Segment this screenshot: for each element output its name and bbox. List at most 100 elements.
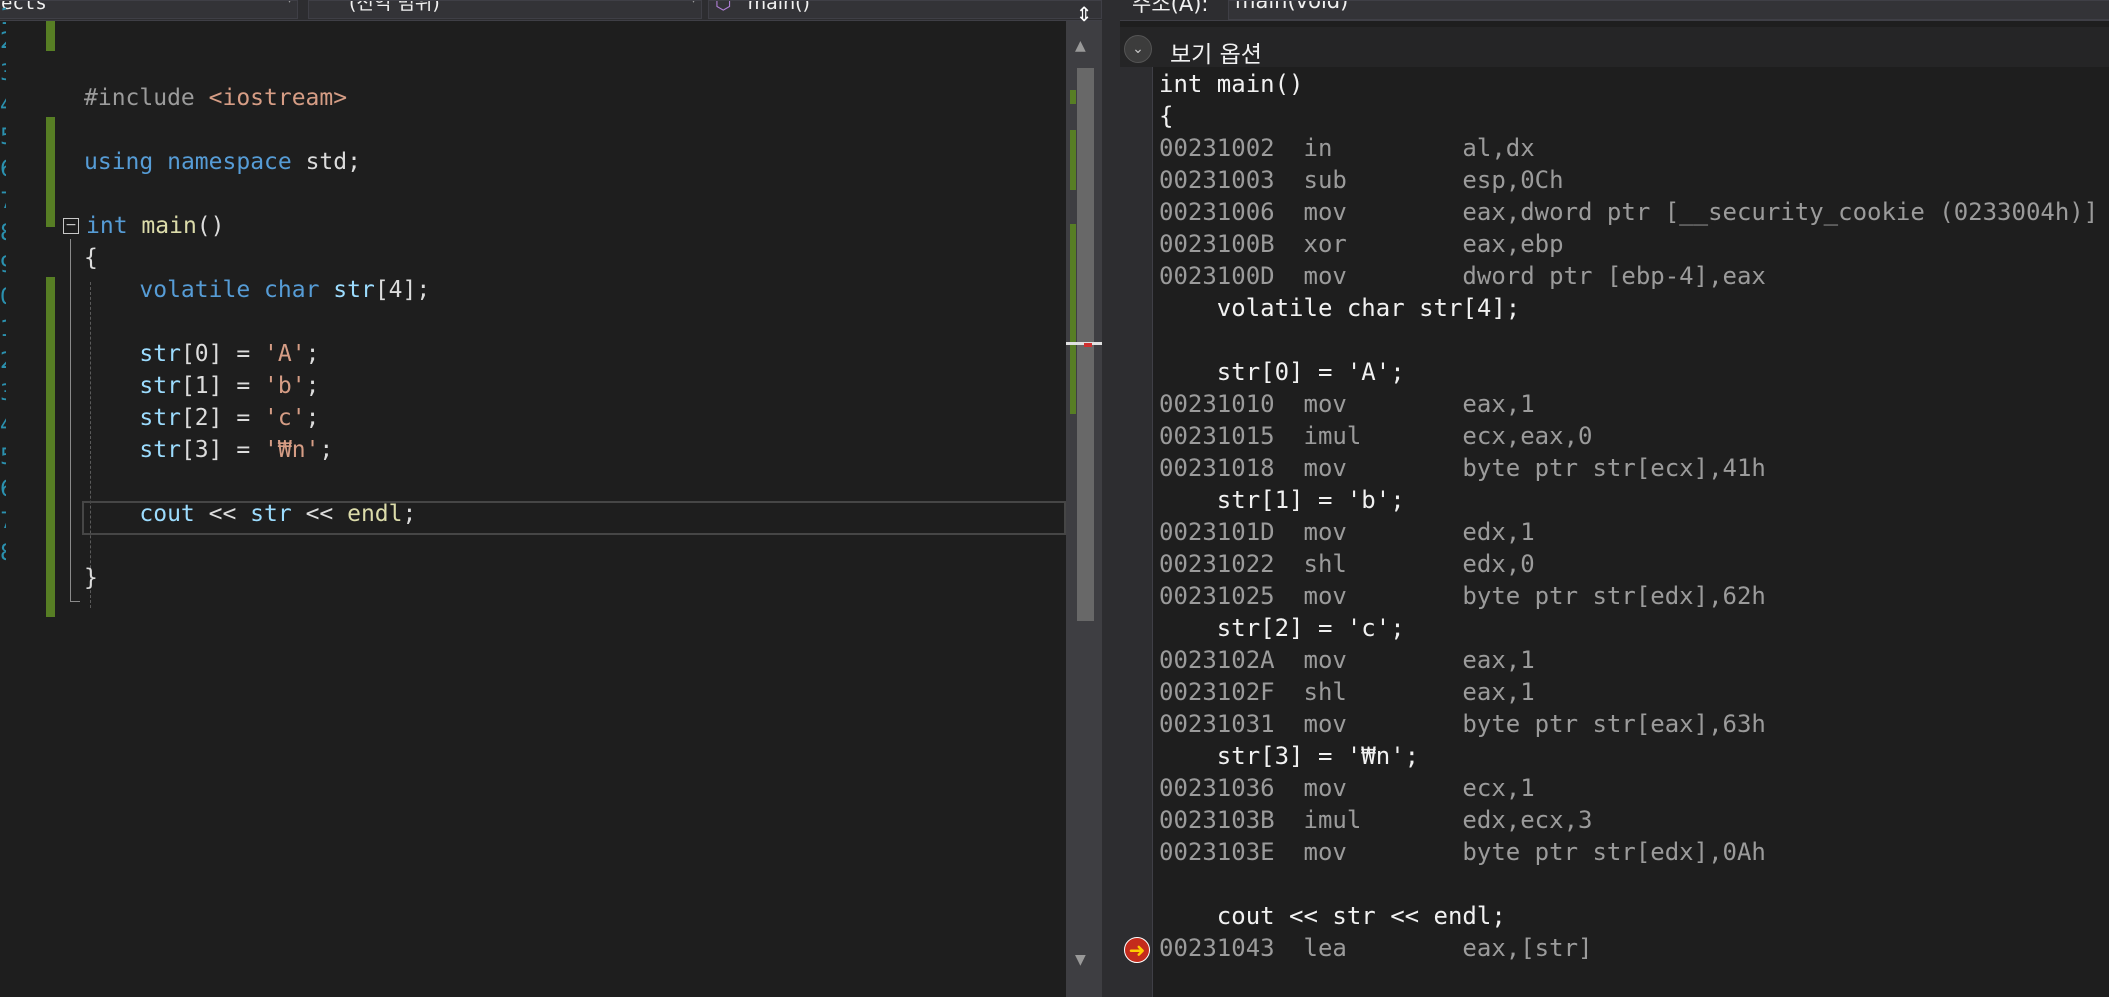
line-number: 0 xyxy=(0,285,6,310)
asm-line: 0023102A mov eax,1 xyxy=(1159,646,1535,674)
view-options-bar: ⌄ 보기 옵션 xyxy=(1120,27,2109,69)
line-number: 7 xyxy=(0,509,6,534)
code-line: #include <iostream> xyxy=(84,85,347,111)
char-literal: '₩n' xyxy=(264,437,320,463)
scrollbar-change-marker xyxy=(1070,90,1076,104)
code-line: str[3] = '₩n'; xyxy=(139,437,334,463)
line-number: 2 xyxy=(0,349,6,374)
code-line: { xyxy=(84,245,98,271)
source-line: str[3] = '₩n'; xyxy=(1159,742,1420,770)
function-combo[interactable]: ⬡ main() xyxy=(708,0,1102,19)
asm-line: 0023103E mov byte ptr str[edx],0Ah xyxy=(1159,838,1766,866)
line-number: 8 xyxy=(0,221,6,246)
asm-line: 00231010 mov eax,1 xyxy=(1159,390,1535,418)
line-number: 6 xyxy=(0,157,6,182)
pane-divider[interactable] xyxy=(1102,0,1120,997)
include-path: <iostream> xyxy=(208,85,348,111)
var-str: str xyxy=(139,405,181,431)
line-number: 9 xyxy=(0,253,6,278)
asm-line: 00231006 mov eax,dword ptr [__security_c… xyxy=(1159,198,2099,226)
code-line: cout << str << endl; xyxy=(139,501,417,527)
pp-include: #include xyxy=(84,85,209,111)
asm-line: 0023101D mov edx,1 xyxy=(1159,518,1535,546)
function-combo-label: main() xyxy=(747,0,810,14)
splitter-icon[interactable]: ⇕ xyxy=(1068,2,1100,28)
var-str: str xyxy=(139,437,181,463)
kw-namespace: namespace xyxy=(167,149,292,175)
asm-line: 0023100D mov dword ptr [ebp-4],eax xyxy=(1159,262,1766,290)
kw-volatile: volatile xyxy=(139,277,251,303)
code-editor[interactable]: 1 2 3 4 5 6 7 8 9 0 1 2 3 4 5 6 7 8 − #i… xyxy=(0,5,1066,997)
kw-char: char xyxy=(264,277,320,303)
code-line: str[1] = 'b'; xyxy=(139,373,320,399)
line-number: 5 xyxy=(0,445,6,470)
project-combo-label: ects xyxy=(1,0,47,14)
char-literal: 'b' xyxy=(264,373,306,399)
source-line: str[1] = 'b'; xyxy=(1159,486,1405,514)
code-line: str[0] = 'A'; xyxy=(139,341,320,367)
change-indicator xyxy=(46,21,55,51)
top-toolbar: ects ▾ (전역 범위) ▾ ⬡ main() 주소(A): main(vo… xyxy=(0,0,2109,21)
line-number: 1 xyxy=(0,317,6,342)
line-number: 2 xyxy=(0,29,6,54)
change-indicator xyxy=(46,277,55,617)
scope-combo[interactable]: (전역 범위) ▾ xyxy=(308,0,702,19)
scrollbar-breakpoint-marker xyxy=(1084,343,1092,347)
breakpoint-indicator[interactable]: ➜ xyxy=(1124,937,1150,963)
kw-int: int xyxy=(86,213,128,239)
scope-combo-label: (전역 범위) xyxy=(349,0,440,14)
source-line: int main() xyxy=(1159,70,1304,98)
kw-using: using xyxy=(84,149,154,175)
asm-line: 00231003 sub esp,0Ch xyxy=(1159,166,1564,194)
asm-line: 00231002 in al,dx xyxy=(1159,134,1535,162)
function-icon: ⬡ xyxy=(715,0,732,14)
scrollbar-change-marker xyxy=(1070,224,1076,414)
asm-line: 00231043 lea eax,[str] xyxy=(1159,934,1593,962)
asm-line: 0023102F shl eax,1 xyxy=(1159,678,1535,706)
asm-line: 00231018 mov byte ptr str[ecx],41h xyxy=(1159,454,1766,482)
view-options-label[interactable]: 보기 옵션 xyxy=(1170,35,1262,69)
indicator-margin[interactable] xyxy=(1120,67,1153,997)
code-line: using namespace std; xyxy=(84,149,361,175)
var-cout: cout xyxy=(139,501,195,527)
code-line: } xyxy=(84,565,98,591)
address-input[interactable]: main(void) xyxy=(1228,0,2109,20)
var-str: str xyxy=(139,373,181,399)
project-combo[interactable]: ects ▾ xyxy=(0,0,298,19)
var-str: str xyxy=(333,277,375,303)
line-number: 7 xyxy=(0,189,6,214)
change-indicator xyxy=(46,117,55,227)
line-number: 8 xyxy=(0,541,6,566)
source-line: str[2] = 'c'; xyxy=(1159,614,1405,642)
source-line: { xyxy=(1159,102,1174,130)
scroll-down-icon[interactable]: ▼ xyxy=(1075,952,1086,968)
code-line: int main() xyxy=(86,213,225,239)
fn-main: main xyxy=(141,213,197,239)
line-number: 4 xyxy=(0,413,6,438)
scroll-up-icon[interactable]: ▲ xyxy=(1075,38,1086,54)
scrollbar-change-marker xyxy=(1070,130,1076,190)
line-number: 1 xyxy=(0,5,6,30)
char-literal: 'A' xyxy=(264,341,306,367)
outline-end xyxy=(70,601,80,602)
source-line: str[0] = 'A'; xyxy=(1159,358,1405,386)
asm-line: 00231036 mov ecx,1 xyxy=(1159,774,1535,802)
line-number: 3 xyxy=(0,61,6,86)
code-line: volatile char str[4]; xyxy=(139,277,431,303)
source-line: cout << str << endl; xyxy=(1159,902,1506,930)
char-literal: 'c' xyxy=(264,405,306,431)
asm-line: 0023103B imul edx,ecx,3 xyxy=(1159,806,1593,834)
asm-line: 00231025 mov byte ptr str[edx],62h xyxy=(1159,582,1766,610)
breakpoint-arrow-icon: ➜ xyxy=(1128,938,1146,962)
asm-line: 00231015 imul ecx,eax,0 xyxy=(1159,422,1593,450)
fn-endl: endl xyxy=(347,501,403,527)
outline-line xyxy=(70,239,71,601)
asm-line: 0023100B xor eax,ebp xyxy=(1159,230,1564,258)
asm-line: 00231022 shl edx,0 xyxy=(1159,550,1535,578)
collapse-icon[interactable]: − xyxy=(63,218,79,234)
var-str: str xyxy=(139,341,181,367)
line-number: 5 xyxy=(0,125,6,150)
line-number: 6 xyxy=(0,477,6,502)
code-line: str[2] = 'c'; xyxy=(139,405,320,431)
chevron-down-icon[interactable]: ⌄ xyxy=(1124,35,1152,63)
